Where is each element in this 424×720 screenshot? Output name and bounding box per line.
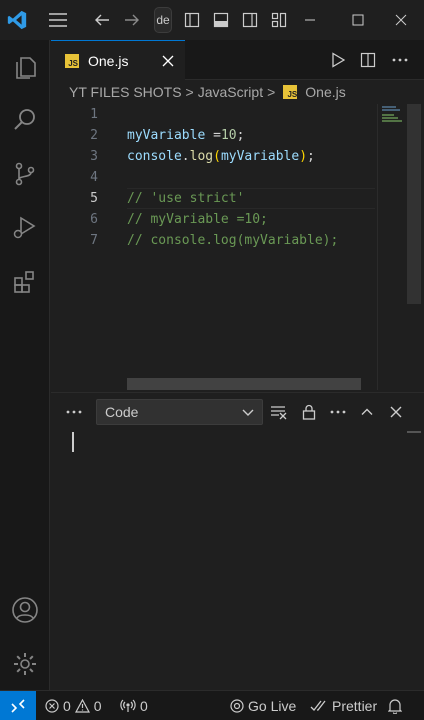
javascript-file-icon: JS [65, 53, 79, 68]
breadcrumb-separator: > [267, 84, 276, 100]
run-debug-icon[interactable] [9, 212, 41, 244]
maximize-icon[interactable] [343, 8, 373, 32]
explorer-icon[interactable] [9, 52, 41, 84]
code-line-5[interactable]: // 'use strict' [127, 188, 244, 209]
breadcrumb-item-file[interactable]: One.js [305, 84, 345, 100]
token-operator: = [205, 128, 221, 143]
run-file-icon[interactable] [327, 49, 349, 71]
panel-scrollbar[interactable] [407, 431, 421, 433]
line-number: 2 [90, 128, 98, 143]
arrow-left-icon[interactable] [90, 8, 114, 32]
error-count: 0 [63, 697, 71, 714]
token-function: log [189, 149, 214, 164]
output-channel-select[interactable]: Code [96, 399, 263, 425]
minimap-line [382, 106, 396, 108]
command-center-text: de [156, 13, 170, 27]
notifications-bell-icon[interactable] [388, 691, 402, 720]
token-number: 10 [220, 128, 237, 143]
code-line-3[interactable]: console.log(myVariable); [127, 146, 315, 167]
remote-indicator-icon[interactable] [0, 691, 36, 720]
prettier-status[interactable]: Prettier [310, 691, 377, 720]
menu-icon[interactable] [46, 8, 70, 32]
manage-gear-icon[interactable] [9, 648, 41, 680]
search-icon[interactable] [9, 104, 41, 136]
minimap-line [382, 114, 394, 116]
activity-bar [0, 40, 50, 690]
javascript-file-icon: JS [283, 85, 298, 99]
code-editor[interactable]: 1 2 3 4 5 6 7 myVariable =10; console.lo… [51, 104, 424, 390]
line-number-active: 5 [90, 191, 98, 206]
token-semicolon: ; [307, 149, 315, 164]
output-channel-value: Code [105, 404, 139, 420]
broadcast-icon [120, 699, 136, 713]
editor-horizontal-scrollbar[interactable] [127, 378, 361, 390]
token-object: console [127, 149, 182, 164]
warning-count: 0 [93, 697, 102, 714]
code-line-2[interactable]: myVariable =10; [127, 125, 244, 146]
go-live-radio-icon [230, 698, 244, 713]
editor-tabs: JS One.js [51, 40, 424, 80]
ports-count: 0 [140, 697, 148, 714]
tab-label: One.js [88, 52, 129, 69]
title-bar: de [0, 0, 424, 40]
minimap-line [382, 120, 402, 122]
extensions-icon[interactable] [9, 266, 41, 298]
breadcrumb-item-subfolder[interactable]: JavaScript [198, 84, 263, 100]
go-live-button[interactable]: Go Live [230, 691, 296, 720]
token-paren-close: ) [299, 149, 308, 164]
minimize-icon[interactable] [295, 8, 325, 32]
lock-scroll-icon[interactable] [298, 401, 320, 423]
code-line-7[interactable]: // console.log(myVariable); [127, 230, 338, 251]
error-icon [45, 698, 59, 713]
panel-more-actions-icon[interactable] [327, 401, 349, 423]
editor-vertical-scrollbar[interactable] [407, 104, 421, 304]
problems-indicator[interactable]: 0 0 [45, 691, 102, 720]
line-number: 1 [90, 107, 98, 122]
token-dot: . [181, 149, 190, 164]
line-number: 6 [90, 212, 98, 227]
toggle-primary-sidebar-icon[interactable] [181, 8, 203, 32]
line-number: 3 [90, 149, 98, 164]
minimap-line [382, 117, 398, 119]
minimap-line [382, 109, 400, 111]
token-argument: myVariable [220, 149, 300, 164]
more-actions-icon[interactable] [389, 49, 411, 71]
tab-one-js[interactable]: JS One.js [51, 40, 185, 80]
breadcrumb-item-folder[interactable]: YT FILES SHOTS [51, 84, 182, 100]
chevron-up-icon[interactable] [356, 401, 378, 423]
breadcrumb-separator: > [185, 84, 194, 100]
breadcrumb: YT FILES SHOTS > JavaScript > JS One.js [51, 80, 424, 104]
minimap[interactable] [377, 104, 407, 390]
line-number: 7 [90, 233, 98, 248]
chevron-down-icon [240, 404, 256, 420]
output-text-cursor [72, 432, 74, 452]
double-check-icon [310, 699, 328, 713]
command-center-search[interactable]: de [154, 7, 172, 33]
token-semicolon: ; [236, 128, 245, 143]
split-editor-icon[interactable] [357, 49, 379, 71]
go-live-label: Go Live [248, 697, 297, 714]
ports-indicator[interactable]: 0 [120, 691, 148, 720]
prettier-label: Prettier [332, 697, 378, 714]
token-paren-open: ( [213, 149, 221, 164]
bottom-panel: Code [51, 392, 424, 690]
toggle-secondary-sidebar-icon[interactable] [239, 8, 261, 32]
toggle-panel-icon[interactable] [210, 8, 232, 32]
close-icon[interactable] [386, 8, 416, 32]
code-line-6[interactable]: // myVariable =10; [127, 209, 268, 230]
tab-close-icon[interactable] [157, 50, 179, 72]
line-number: 4 [90, 170, 98, 185]
panel-views-more-icon[interactable] [63, 401, 85, 423]
arrow-right-icon[interactable] [120, 8, 144, 32]
accounts-icon[interactable] [9, 594, 41, 626]
source-control-icon[interactable] [9, 158, 41, 190]
customize-layout-icon[interactable] [268, 8, 290, 32]
token-variable: myVariable [127, 128, 206, 143]
status-bar: 0 0 0 Go Live Prettier [0, 690, 424, 720]
warning-icon [74, 698, 90, 713]
panel-close-icon[interactable] [385, 401, 407, 423]
clear-output-icon[interactable] [268, 401, 290, 423]
vscode-logo [5, 8, 29, 32]
